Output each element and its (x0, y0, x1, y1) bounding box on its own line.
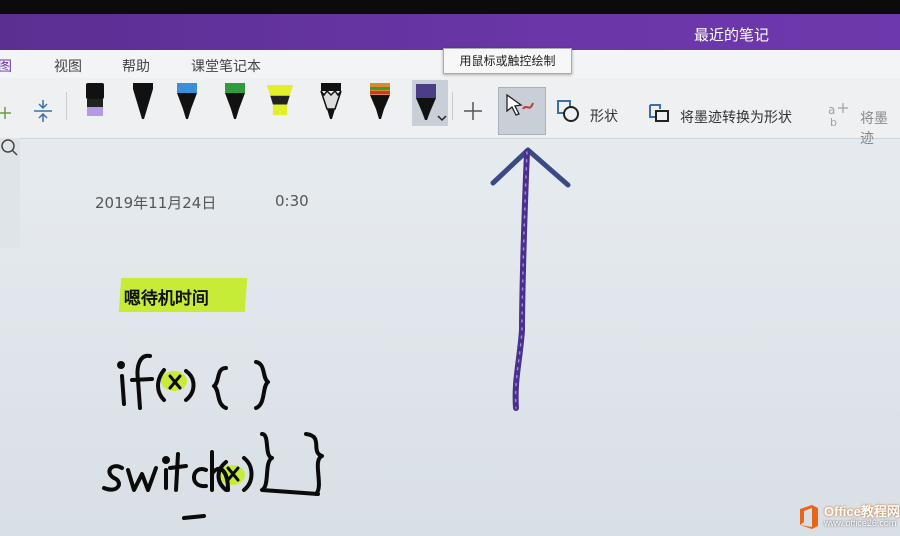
watermark-url: www.office26.com (824, 518, 897, 528)
watermark: Office教程网 www.office26.com (798, 498, 900, 536)
handwriting-if (117, 353, 270, 410)
office-logo-icon (800, 505, 818, 529)
screen: 最近的笔记 图 视图 帮助 课堂笔记本 形状 将墨迹转换为形状 a b 将墨迹 … (0, 0, 900, 536)
handwriting-switch (102, 432, 324, 520)
ink-canvas[interactable] (0, 0, 900, 536)
ink-arrow (490, 147, 571, 411)
